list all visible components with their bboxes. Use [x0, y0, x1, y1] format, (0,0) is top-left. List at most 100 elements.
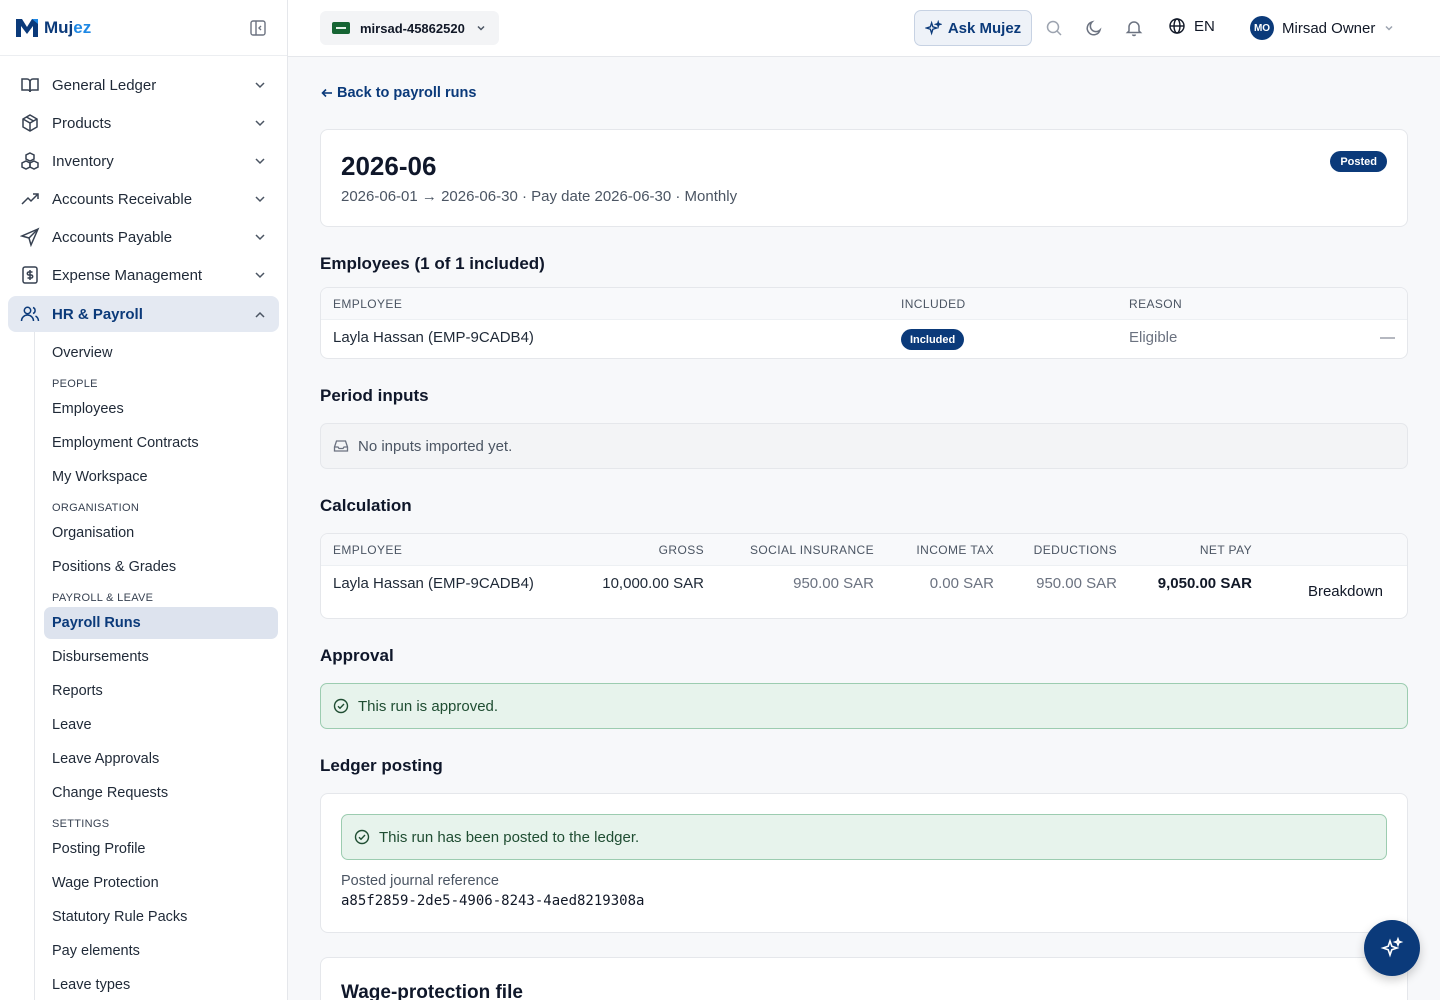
sidebar-item-employees[interactable]: Employees	[44, 392, 278, 426]
sidebar-item-label: Accounts Payable	[52, 228, 173, 246]
search-icon[interactable]	[1045, 19, 1063, 37]
sidebar-item-statutory-rule-packs[interactable]: Statutory Rule Packs	[44, 900, 278, 934]
sidebar-item-wage-protection[interactable]: Wage Protection	[44, 866, 278, 900]
chevron-down-icon	[255, 158, 265, 165]
sidebar-item-label: HR & Payroll	[52, 305, 143, 323]
sidebar-collapse-icon[interactable]	[249, 19, 267, 37]
approval-section-title: Approval	[320, 646, 394, 665]
sidebar-item-posting-profile[interactable]: Posting Profile	[44, 832, 278, 866]
ai-assistant-fab[interactable]	[1364, 920, 1420, 976]
ask-mujez-label: Ask Mujez	[947, 19, 1022, 37]
ledger-message: This run has been posted to the ledger.	[379, 828, 640, 846]
sidebar-item-leave[interactable]: Leave	[44, 708, 278, 742]
trending-up-icon	[21, 193, 39, 205]
wage-protection-card: Wage-protection file	[320, 957, 1408, 1000]
table-header: EMPLOYEE GROSS SOCIAL INSURANCE INCOME T…	[321, 534, 1407, 566]
mujez-logo-icon	[16, 18, 38, 37]
ask-mujez-button[interactable]: Ask Mujez	[914, 10, 1032, 46]
sidebar-item-expense-management[interactable]: Expense Management	[8, 256, 279, 294]
table-row: Layla Hassan (EMP-9CADB4) 10,000.00 SAR …	[321, 566, 1407, 618]
run-header-card: 2026-06 2026-06-01 → 2026-06-30 · Pay da…	[320, 129, 1408, 227]
avatar: MO	[1250, 16, 1274, 40]
sidebar-item-my-workspace[interactable]: My Workspace	[44, 460, 278, 494]
approval-status-box: This run is approved.	[320, 683, 1408, 729]
column-header-employee: EMPLOYEE	[333, 543, 403, 557]
chevron-down-icon	[1385, 25, 1393, 31]
users-icon	[20, 306, 40, 322]
employees-section-title: Employees (1 of 1 included)	[320, 254, 545, 273]
wage-protection-title: Wage-protection file	[341, 982, 523, 1000]
check-circle-icon	[333, 698, 349, 714]
chevron-down-icon	[255, 120, 265, 127]
included-badge: Included	[901, 329, 965, 350]
sidebar-item-leave-types[interactable]: Leave types	[44, 968, 278, 1000]
sidebar-item-overview[interactable]: Overview	[44, 336, 278, 370]
sidebar-item-label: General Ledger	[52, 76, 157, 94]
ledger-section-title: Ledger posting	[320, 756, 443, 775]
sidebar-item-accounts-payable[interactable]: Accounts Payable	[8, 218, 279, 256]
sidebar-item-positions-grades[interactable]: Positions & Grades	[44, 550, 278, 584]
sidebar-item-payroll-runs[interactable]: Payroll Runs	[44, 607, 278, 639]
language-selector[interactable]: EN	[1168, 17, 1215, 35]
column-header-included: INCLUDED	[901, 297, 966, 311]
income-tax-value: 0.00 SAR	[929, 575, 994, 592]
sidebar-item-label: Expense Management	[52, 266, 203, 284]
table-header: EMPLOYEE INCLUDED REASON	[321, 288, 1407, 320]
sidebar-item-general-ledger[interactable]: General Ledger	[8, 66, 279, 104]
arrow-left-icon	[321, 88, 332, 98]
org-switcher[interactable]: mirsad-45862520	[320, 11, 499, 45]
sidebar-item-pay-elements[interactable]: Pay elements	[44, 934, 278, 968]
inbox-icon	[333, 440, 349, 452]
sidebar-item-organisation[interactable]: Organisation	[44, 516, 278, 550]
sidebar-item-reports[interactable]: Reports	[44, 674, 278, 708]
brand-name: Mujez	[44, 17, 92, 37]
sidebar-item-accounts-receivable[interactable]: Accounts Receivable	[8, 180, 279, 218]
sidebar-item-inventory[interactable]: Inventory	[8, 142, 279, 180]
column-header-deductions: DEDUCTIONS	[1033, 543, 1117, 557]
chevron-down-icon	[255, 82, 265, 89]
approval-message: This run is approved.	[358, 697, 499, 715]
column-header-gross: GROSS	[658, 543, 704, 557]
moon-icon[interactable]	[1085, 19, 1103, 37]
sidebar-item-disbursements[interactable]: Disbursements	[44, 640, 278, 674]
ledger-posting-card: This run has been posted to the ledger. …	[320, 793, 1408, 933]
section-heading-payroll-leave: PAYROLL & LEAVE	[52, 592, 154, 604]
send-icon	[20, 227, 40, 247]
sparkles-icon	[924, 19, 942, 35]
deductions-value: 950.00 SAR	[1036, 575, 1117, 592]
sparkles-icon	[1380, 936, 1404, 958]
language-label: EN	[1194, 17, 1215, 35]
period-inputs-section-title: Period inputs	[320, 386, 429, 405]
table-row: Layla Hassan (EMP-9CADB4) Included Eligi…	[321, 320, 1407, 358]
globe-icon	[1169, 18, 1185, 34]
calculation-section-title: Calculation	[320, 496, 412, 515]
sidebar: Mujez General Ledger Products Inventory …	[0, 0, 288, 1000]
breakdown-button[interactable]: Breakdown	[1308, 583, 1383, 600]
ledger-posted-box: This run has been posted to the ledger.	[341, 814, 1387, 860]
reason-value: Eligible	[1129, 329, 1178, 346]
column-header-employee: EMPLOYEE	[333, 297, 403, 311]
empty-state-text: No inputs imported yet.	[358, 437, 513, 455]
section-heading-organisation: ORGANISATION	[52, 502, 140, 514]
brand[interactable]: Mujez	[0, 0, 287, 56]
sidebar-item-products[interactable]: Products	[8, 104, 279, 142]
sidebar-item-employment-contracts[interactable]: Employment Contracts	[44, 426, 278, 460]
employee-name: Layla Hassan (EMP-9CADB4)	[333, 575, 534, 592]
sidebar-item-hr-payroll[interactable]: HR & Payroll	[8, 296, 279, 332]
social-insurance-value: 950.00 SAR	[793, 575, 874, 592]
sidebar-item-change-requests[interactable]: Change Requests	[44, 776, 278, 810]
chevron-down-icon	[477, 25, 485, 31]
back-to-payroll-runs-link[interactable]: Back to payroll runs	[320, 85, 476, 101]
row-action-dash[interactable]: —	[1380, 329, 1395, 346]
sidebar-item-label: Inventory	[52, 152, 114, 170]
chevron-down-icon	[255, 272, 265, 279]
section-heading-settings: SETTINGS	[52, 818, 110, 830]
sidebar-item-label: Products	[52, 114, 112, 132]
topbar: mirsad-45862520 Ask Mujez EN MO Mirsad O…	[288, 0, 1440, 57]
bell-icon[interactable]	[1125, 19, 1143, 37]
sidebar-nav: General Ledger Products Inventory Accoun…	[0, 56, 287, 1000]
sidebar-item-leave-approvals[interactable]: Leave Approvals	[44, 742, 278, 776]
user-menu[interactable]: MO Mirsad Owner	[1250, 16, 1395, 40]
employee-name: Layla Hassan (EMP-9CADB4)	[333, 329, 534, 346]
page-title: 2026-06	[341, 151, 437, 181]
